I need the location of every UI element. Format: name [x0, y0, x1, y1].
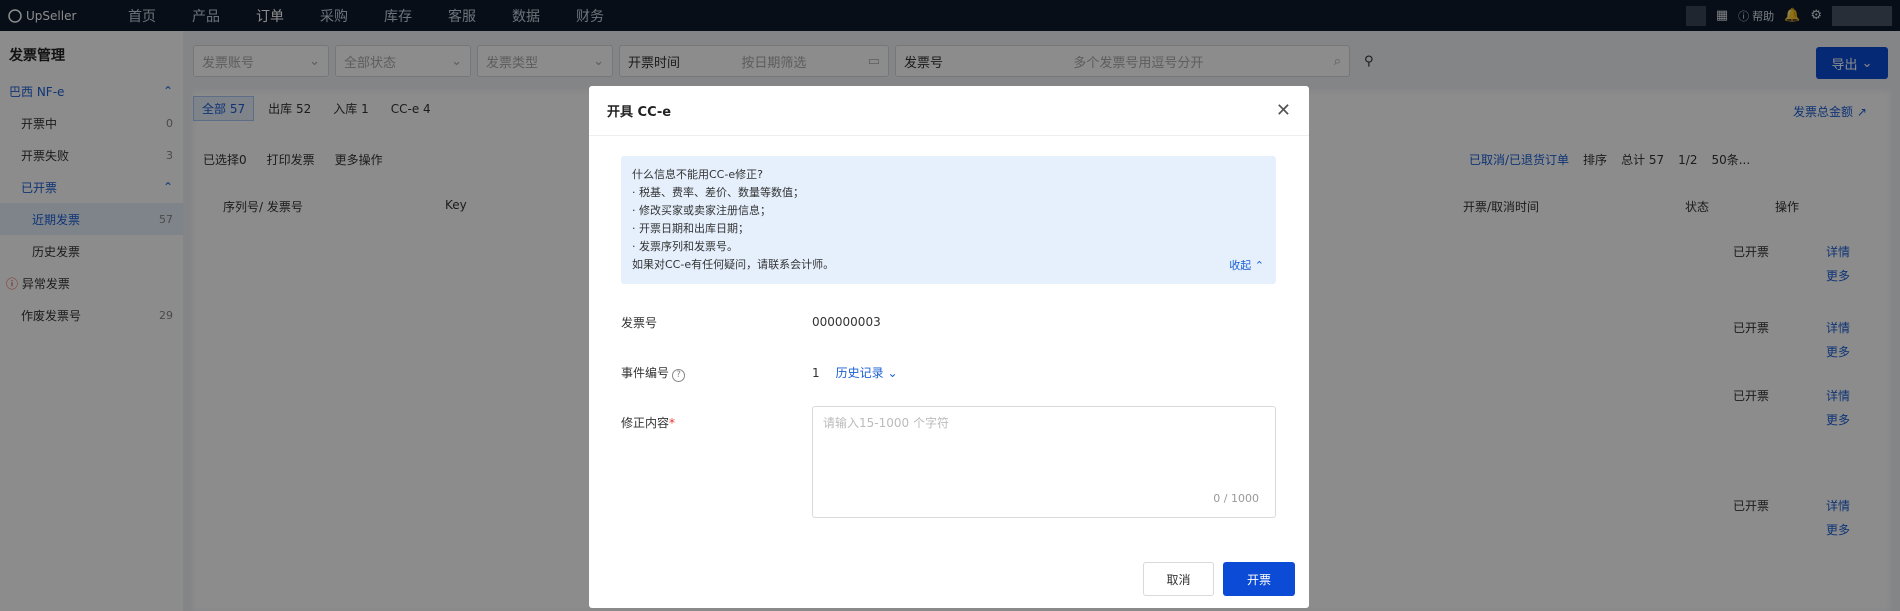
dialog-header: 开具 CC-e ✕ [589, 86, 1309, 136]
collapse-label: 收起 [1229, 259, 1252, 272]
cancel-label: 取消 [1166, 572, 1191, 587]
event-label-row: 事件编号? [621, 364, 686, 382]
info-line: · 发票序列和发票号。 [632, 240, 738, 253]
info-line: · 开票日期和出库日期； [632, 222, 749, 235]
correction-textarea[interactable]: 请输入15-1000 个字符 0 / 1000 [812, 406, 1276, 518]
char-counter: 0 / 1000 [1213, 492, 1259, 505]
submit-button[interactable]: 开票 [1223, 562, 1295, 596]
info-line: 什么信息不能用CC-e修正? [632, 168, 763, 181]
invoice-no-label: 发票号 [621, 316, 658, 330]
history-label: 历史记录 [835, 366, 884, 380]
required-mark: * [669, 416, 676, 430]
event-value-row: 1 历史记录 ⌄ [812, 364, 898, 381]
cce-dialog: 开具 CC-e ✕ 什么信息不能用CC-e修正? · 税基、费率、差价、数量等数… [589, 86, 1309, 608]
correction-label: 修正内容 [621, 416, 670, 430]
event-value: 1 [812, 366, 820, 380]
question-icon[interactable]: ? [672, 369, 686, 382]
dialog-title: 开具 CC-e [607, 105, 672, 120]
info-box: 什么信息不能用CC-e修正? · 税基、费率、差价、数量等数值； · 修改买家或… [621, 156, 1276, 284]
invoice-no-value: 000000003 [812, 315, 881, 329]
correction-label-row: 修正内容* [621, 414, 675, 431]
history-button[interactable]: 历史记录 ⌄ [836, 366, 898, 380]
close-icon[interactable]: ✕ [1276, 100, 1291, 121]
event-label: 事件编号 [621, 366, 670, 380]
chevron-up-icon: ⌃ [1254, 259, 1264, 272]
collapse-button[interactable]: 收起 ⌃ [1229, 257, 1264, 275]
info-line: 如果对CC-e有任何疑问，请联系会计师。 [632, 258, 835, 271]
info-line: · 修改买家或卖家注册信息； [632, 204, 771, 217]
submit-label: 开票 [1246, 572, 1271, 587]
textarea-placeholder: 请输入15-1000 个字符 [823, 416, 949, 430]
info-line: · 税基、费率、差价、数量等数值； [632, 186, 804, 199]
cancel-button[interactable]: 取消 [1143, 562, 1214, 596]
